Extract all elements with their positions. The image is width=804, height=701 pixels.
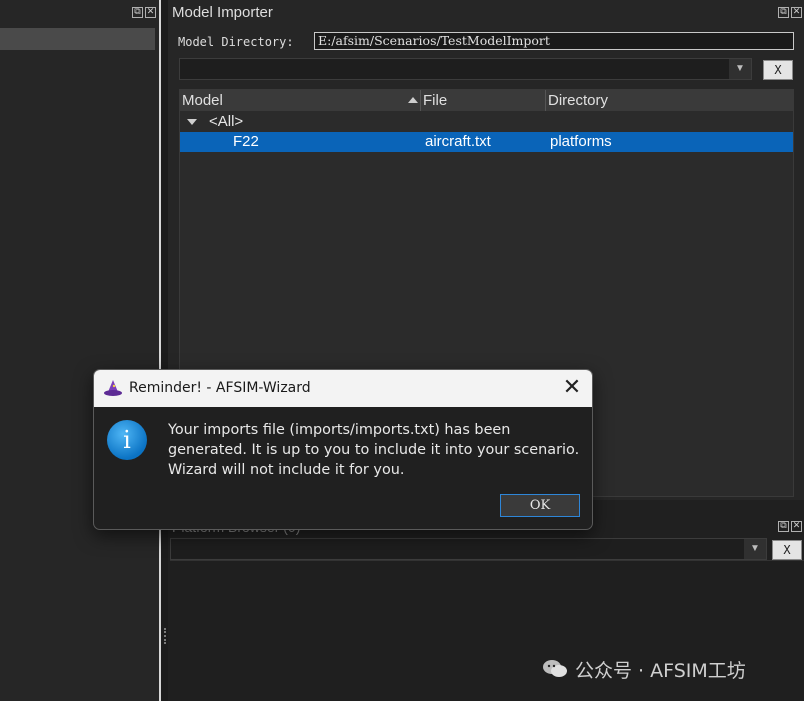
model-cell: <All> [209, 113, 244, 130]
directory-label: Model Directory: [178, 35, 294, 49]
float-icon[interactable]: ⧉ [778, 7, 789, 18]
clear-platform-filter-button[interactable]: X [772, 540, 802, 560]
tree-row-all[interactable]: <All> [180, 112, 793, 132]
file-cell: aircraft.txt [425, 133, 491, 150]
chevron-down-icon[interactable]: ▼ [729, 59, 751, 79]
left-dock-panel: ⧉ ✕ [0, 0, 159, 701]
directory-cell: platforms [550, 133, 612, 150]
left-panel-window-buttons: ⧉ ✕ [132, 7, 156, 18]
importer-window-buttons: ⧉ ✕ [778, 7, 802, 18]
tree-row-f22[interactable]: F22 aircraft.txt platforms [180, 132, 793, 152]
dialog-titlebar[interactable]: Reminder! - AFSIM-Wizard ✕ [94, 370, 592, 407]
wechat-icon [543, 660, 567, 677]
wizard-hat-icon [104, 380, 122, 396]
column-header-file[interactable]: File [421, 90, 546, 111]
watermark: 公众号 · AFSIM工坊 [541, 656, 746, 682]
dialog-title: Reminder! - AFSIM-Wizard [129, 380, 311, 396]
platform-filter-combobox[interactable]: ▼ [170, 538, 767, 560]
float-icon[interactable]: ⧉ [778, 521, 789, 532]
splitter-gutter [161, 0, 168, 701]
close-icon[interactable]: ✕ [560, 376, 584, 400]
float-icon[interactable]: ⧉ [132, 7, 143, 18]
left-panel-selected-item[interactable] [0, 28, 155, 50]
model-cell: F22 [233, 133, 259, 150]
chevron-down-icon[interactable]: ▼ [744, 539, 766, 559]
ok-button[interactable]: OK [500, 494, 580, 517]
info-icon: i [107, 420, 147, 460]
close-icon[interactable]: ✕ [791, 521, 802, 532]
column-header-model[interactable]: Model [180, 90, 421, 111]
column-header-directory[interactable]: Directory [546, 90, 793, 111]
sort-ascending-icon [408, 97, 418, 103]
directory-input[interactable]: E:/afsim/Scenarios/TestModelImport [314, 32, 794, 50]
close-icon[interactable]: ✕ [791, 7, 802, 18]
watermark-text: 公众号 · AFSIM工坊 [575, 659, 746, 682]
filter-combobox[interactable]: ▼ [179, 58, 752, 80]
splitter-grip-icon[interactable] [164, 628, 166, 644]
close-icon[interactable]: ✕ [145, 7, 156, 18]
expand-arrow-icon[interactable] [187, 119, 197, 125]
reminder-dialog: Reminder! - AFSIM-Wizard ✕ i Your import… [93, 369, 593, 530]
dialog-message: Your imports file (imports/imports.txt) … [168, 422, 580, 478]
panel-title: Model Importer [172, 4, 273, 21]
clear-filter-button[interactable]: X [763, 60, 793, 80]
platform-window-buttons: ⧉ ✕ [778, 521, 802, 532]
tree-header: Model File Directory [180, 90, 793, 111]
